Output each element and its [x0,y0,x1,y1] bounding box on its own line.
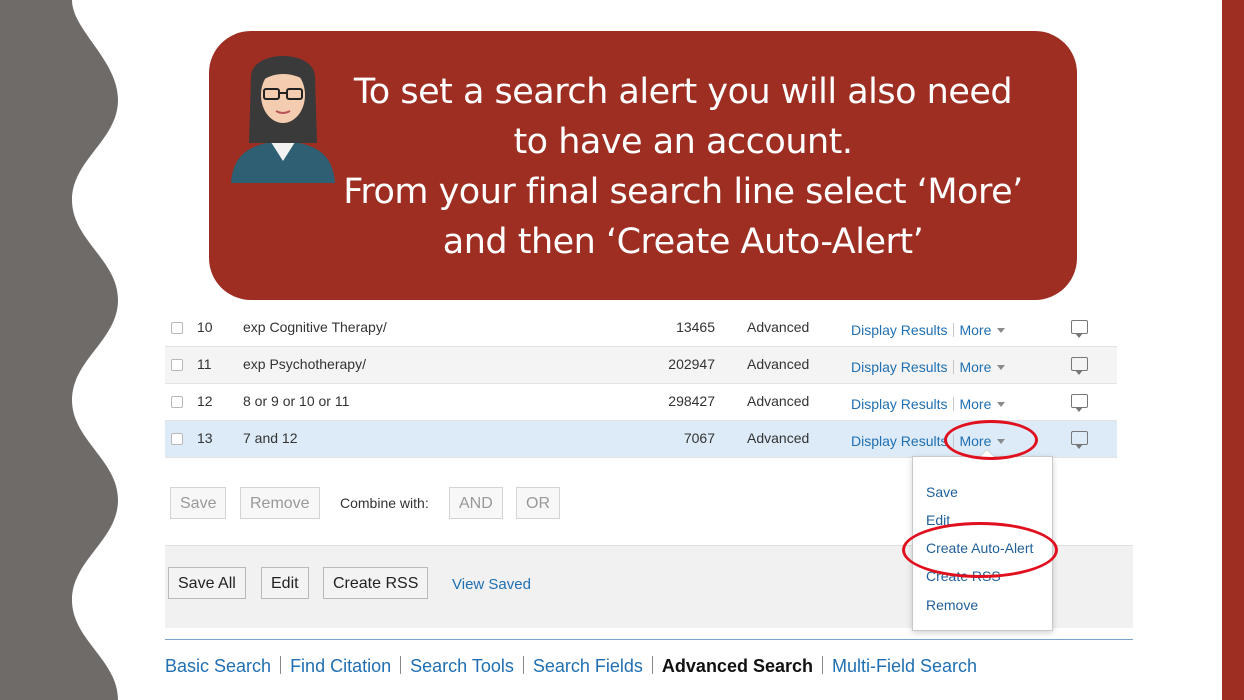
comment-icon[interactable] [1071,357,1088,375]
row-number: 13 [197,430,213,446]
menu-item-edit[interactable]: Edit [926,512,950,528]
separator [822,656,823,674]
view-saved-link[interactable]: View Saved [452,576,531,593]
tab-search-tools[interactable]: Search Tools [410,656,514,676]
comment-icon[interactable] [1071,431,1088,449]
row-count: 298427 [668,393,715,409]
save-all-button[interactable]: Save All [168,567,246,599]
instruction-callout: To set a search alert you will also need… [209,31,1077,300]
row-query: 8 or 9 or 10 or 11 [243,393,350,409]
table-row-highlighted: 13 7 and 12 7067 Advanced Display Result… [165,421,1117,458]
separator [953,360,955,374]
row-count: 7067 [683,430,715,446]
row-count: 13465 [676,319,715,335]
row-actions: Display Results More [851,322,1006,338]
comment-icon[interactable] [1071,320,1088,338]
create-rss-button[interactable]: Create RSS [323,567,429,599]
separator [280,656,282,674]
more-link[interactable]: More [959,396,991,412]
comment-icon[interactable] [1071,394,1088,412]
more-link[interactable]: More [959,322,991,338]
table-row: 12 8 or 9 or 10 or 11 298427 Advanced Di… [165,384,1117,421]
caret-down-icon[interactable] [997,402,1006,407]
row-number: 10 [197,319,213,335]
row-query: exp Psychotherapy/ [243,356,366,372]
remove-button[interactable]: Remove [240,487,320,519]
row-search-type: Advanced [747,356,810,372]
combine-with-label: Combine with: [340,495,429,511]
menu-item-save[interactable]: Save [926,484,958,500]
callout-line: To set a search alert you will also need [353,72,1013,112]
caret-down-icon[interactable] [997,328,1006,333]
row-number: 11 [197,356,212,372]
tab-find-citation[interactable]: Find Citation [290,656,391,676]
row-checkbox[interactable] [171,359,183,371]
separator [953,397,955,411]
display-results-link[interactable]: Display Results [851,322,947,338]
menu-item-remove[interactable]: Remove [926,597,978,613]
table-row: 10 exp Cognitive Therapy/ 13465 Advanced… [165,310,1117,347]
save-button[interactable]: Save [170,487,227,519]
callout-line: and then ‘Create Auto-Alert’ [442,222,924,262]
tab-basic-search[interactable]: Basic Search [165,656,271,676]
row-search-type: Advanced [747,319,810,335]
row-search-type: Advanced [747,430,810,446]
row-checkbox[interactable] [171,322,183,334]
menu-item-create-rss[interactable]: Create RSS [926,568,1001,584]
row-number: 12 [197,393,213,409]
row-count: 202947 [668,356,715,372]
row-query: 7 and 12 [243,430,298,446]
caret-down-icon[interactable] [997,439,1006,444]
tab-search-fields[interactable]: Search Fields [533,656,643,676]
wavy-band-shape [0,0,118,700]
more-dropdown-menu: Save Edit Create Auto-Alert Create RSS R… [912,449,1053,631]
menu-item-create-auto-alert[interactable]: Create Auto-Alert [926,540,1033,556]
row-actions: Display Results More [851,359,1006,375]
and-button[interactable]: AND [449,487,503,519]
more-link[interactable]: More [959,433,991,449]
callout-line: to have an account. [513,122,853,162]
separator [953,434,955,448]
separator [400,656,402,674]
tab-advanced-search[interactable]: Advanced Search [662,656,813,676]
row-checkbox[interactable] [171,433,183,445]
display-results-link[interactable]: Display Results [851,433,947,449]
separator [522,656,524,674]
tab-divider [165,639,1133,640]
display-results-link[interactable]: Display Results [851,359,947,375]
tab-multi-field-search[interactable]: Multi-Field Search [832,656,977,676]
search-history-table: 10 exp Cognitive Therapy/ 13465 Advanced… [165,310,1117,458]
callout-line: From your final search line select ‘More… [343,172,1023,212]
callout-text: To set a search alert you will also need… [309,67,1057,267]
search-mode-tabs: Basic Search Find Citation Search Tools Sea… [165,656,977,676]
right-accent-band [1222,0,1244,700]
display-results-link[interactable]: Display Results [851,396,947,412]
row-actions: Display Results More [851,433,1006,449]
separator [651,656,653,674]
more-link[interactable]: More [959,359,991,375]
table-row: 11 exp Psychotherapy/ 202947 Advanced Di… [165,347,1117,384]
edit-button[interactable]: Edit [261,567,309,599]
left-wavy-band [0,0,120,700]
row-search-type: Advanced [747,393,810,409]
row-query: exp Cognitive Therapy/ [243,319,387,335]
or-button[interactable]: OR [516,487,560,519]
row-checkbox[interactable] [171,396,183,408]
row-actions: Display Results More [851,396,1006,412]
separator [953,323,955,337]
caret-down-icon[interactable] [997,365,1006,370]
